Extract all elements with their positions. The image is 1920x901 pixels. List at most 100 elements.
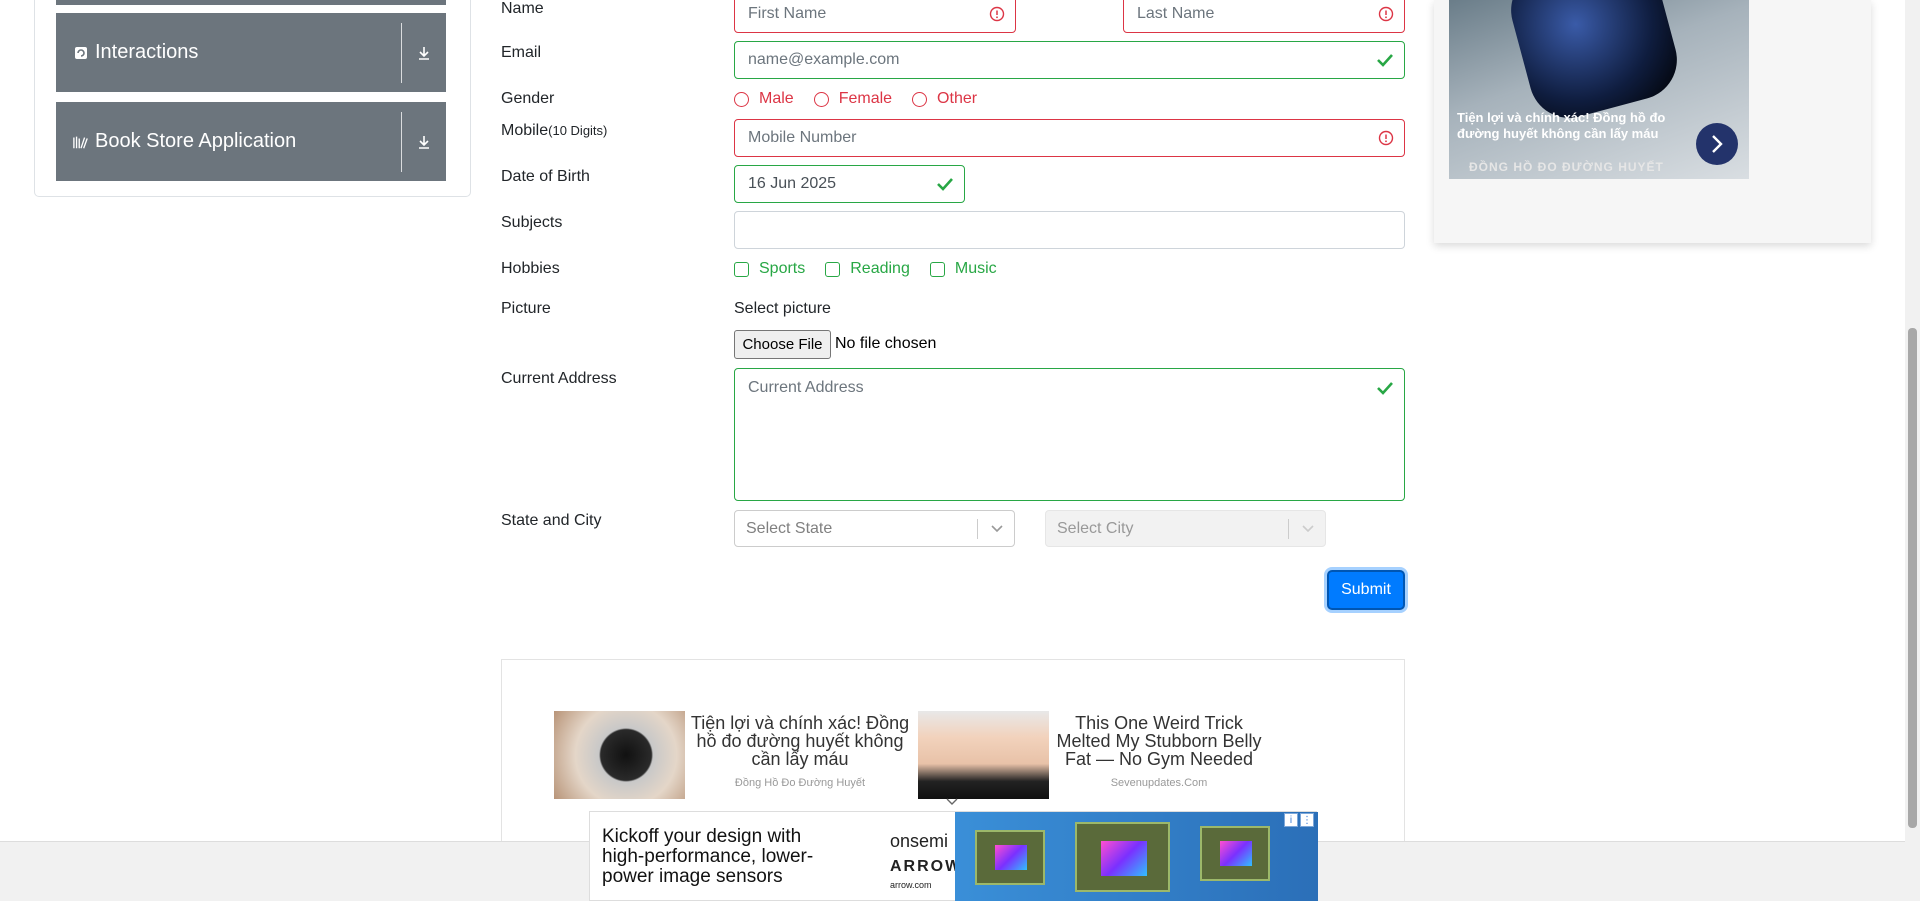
subjects-input[interactable] [734, 211, 1405, 249]
city-placeholder: Select City [1057, 519, 1134, 537]
bottom-ad-item[interactable]: Tiện lợi và chính xác! Đồng hồ đo đường … [554, 711, 915, 799]
dob-value: 16 Jun 2025 [748, 175, 837, 192]
chip-sensor [1220, 841, 1252, 866]
ad-title: This One Weird Trick Melted My Stubborn … [1056, 713, 1262, 769]
chevron-down-icon[interactable] [1301, 524, 1315, 534]
hobby-checkbox-reading[interactable]: Reading [825, 260, 910, 278]
sensor-chips-image [955, 812, 1318, 901]
first-name-placeholder: First Name [748, 5, 827, 22]
right-ad-text: Tiện lợi và chính xác! Đồng hồ đo đường … [1457, 110, 1666, 141]
sidebar-group-book-store[interactable]: Book Store Application [56, 102, 446, 181]
first-name-input[interactable]: First Name [734, 0, 1016, 33]
hobbies-checkbox-group: Sports Reading Music [734, 260, 1017, 278]
banner-ad[interactable]: Kickoff your design with high-performanc… [589, 811, 1318, 901]
address-label: Current Address [501, 370, 617, 387]
right-ad-brand: ĐỒNG HỒ ĐO ĐƯỜNG HUYẾT [1469, 160, 1664, 174]
watch-image [1502, 0, 1686, 127]
more-icon[interactable]: ⋮ [1300, 813, 1314, 827]
radio-circle[interactable] [813, 91, 829, 107]
mobile-label-text: Mobile [501, 122, 549, 139]
sidebar-group-label: Book Store Application [95, 130, 297, 152]
email-label: Email [501, 44, 542, 61]
email-placeholder: name@example.com [748, 51, 900, 68]
checkbox-box[interactable] [929, 261, 945, 277]
info-icon[interactable]: i [1284, 813, 1298, 827]
ad-source: Sevenupdates.Com [1110, 777, 1208, 789]
mobile-input[interactable]: Mobile Number [734, 119, 1405, 157]
arrow-url: arrow.com [890, 880, 932, 890]
page: Interactions Book Store Application Name… [0, 0, 1920, 901]
radio-circle[interactable] [912, 91, 928, 107]
mobile-label: Mobile(10 Digits) [501, 122, 607, 140]
no-file-text: No file chosen [835, 335, 937, 352]
submit-button[interactable]: Submit [1327, 570, 1405, 610]
dob-label: Date of Birth [501, 168, 590, 185]
error-icon [989, 6, 1005, 22]
ad-source: Đồng Hồ Đo Đường Huyết [734, 777, 866, 789]
adchoices[interactable]: i ⋮ [1284, 813, 1314, 827]
check-icon [936, 176, 954, 192]
onsemi-logo: onsemi [890, 831, 949, 851]
name-label: Name [501, 0, 544, 17]
check-icon [1376, 52, 1394, 68]
hobby-checkbox-sports[interactable]: Sports [734, 260, 805, 278]
chip-sensor [1101, 841, 1147, 876]
bottom-ad-item[interactable]: This One Weird Trick Melted My Stubborn … [918, 711, 1269, 799]
hobby-checkbox-music[interactable]: Music [929, 260, 997, 278]
chip-image [975, 830, 1045, 885]
radio-circle[interactable] [734, 91, 749, 107]
gender-radio-female[interactable]: Female [813, 90, 893, 108]
ad-text: Tiện lợi và chính xác! Đồng hồ đo đường … [685, 711, 915, 799]
scrollbar[interactable] [1905, 0, 1920, 901]
state-city-label: State and City [501, 512, 602, 529]
gender-radio-male[interactable]: Male [734, 90, 794, 108]
right-ad-banner[interactable]: Tiện lợi và chính xác! Đồng hồ đo đường … [1449, 0, 1749, 179]
interactions-icon [73, 45, 89, 61]
scrollbar-thumb[interactable] [1908, 328, 1917, 828]
gender-option-label: Other [937, 90, 978, 107]
error-icon [1378, 6, 1394, 22]
mobile-placeholder: Mobile Number [748, 129, 857, 146]
ad-text: This One Weird Trick Melted My Stubborn … [1049, 711, 1269, 799]
address-placeholder: Current Address [748, 379, 864, 396]
checkbox-box[interactable] [734, 261, 749, 277]
chevron-down-icon[interactable] [990, 524, 1004, 534]
email-input[interactable]: name@example.com [734, 41, 1405, 79]
gender-option-label: Male [759, 90, 794, 107]
ad-thumbnail [918, 711, 1049, 799]
select-picture-label: Select picture [734, 300, 831, 317]
chevron-right-icon[interactable] [1696, 123, 1738, 165]
last-name-input[interactable]: Last Name [1123, 0, 1405, 33]
checkbox-box[interactable] [825, 261, 841, 277]
chevron-down-icon[interactable] [945, 797, 959, 807]
subjects-label: Subjects [501, 214, 563, 231]
gender-radio-group: Male Female Other [734, 90, 997, 108]
state-select[interactable]: Select State [734, 510, 1015, 547]
gender-label: Gender [501, 90, 555, 107]
download-icon[interactable] [402, 45, 446, 61]
hobbies-label: Hobbies [501, 260, 560, 277]
banner-logos: onsemi ARROW arrow.com [890, 828, 962, 890]
ad-title: Tiện lợi và chính xác! Đồng hồ đo đường … [690, 713, 910, 769]
gender-radio-other[interactable]: Other [912, 90, 977, 108]
chip-image [1075, 822, 1170, 892]
select-divider [1288, 519, 1289, 539]
select-divider [977, 519, 978, 539]
check-icon [1376, 380, 1394, 396]
ad-thumbnail [554, 711, 685, 799]
sidebar-group-interactions[interactable]: Interactions [56, 13, 446, 92]
gender-option-label: Female [838, 90, 893, 107]
state-placeholder: Select State [746, 519, 833, 537]
choose-file-button[interactable]: Choose File [734, 330, 831, 359]
current-address-textarea[interactable]: Current Address [734, 368, 1405, 501]
download-icon[interactable] [402, 134, 446, 150]
dob-input[interactable]: 16 Jun 2025 [734, 165, 965, 203]
book-icon [73, 134, 89, 150]
sidebar-group-label: Interactions [95, 41, 199, 63]
mobile-hint: (10 Digits) [548, 123, 608, 138]
sidebar-group-previous[interactable] [56, 0, 446, 5]
city-select[interactable]: Select City [1045, 510, 1326, 547]
chip-sensor [995, 845, 1027, 870]
picture-label: Picture [501, 300, 551, 317]
chip-image [1200, 826, 1270, 881]
